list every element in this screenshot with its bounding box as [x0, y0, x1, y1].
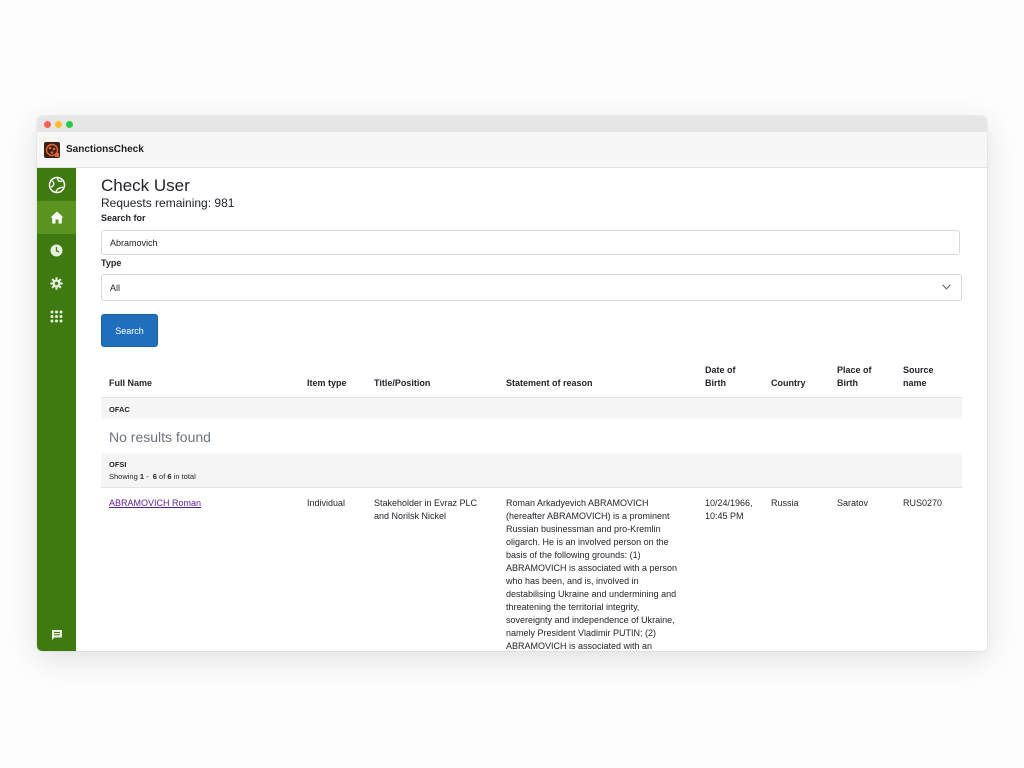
group-header-ofac: OFAC	[101, 398, 962, 419]
maximize-window-button[interactable]	[66, 121, 73, 128]
search-label: Search for	[101, 213, 146, 223]
dob-line2: 10:45 PM	[705, 511, 744, 521]
cell-title-line2: and Norilsk Nickel	[374, 511, 447, 521]
apps-grid-icon	[50, 310, 63, 323]
statement-line: sovereignty and independence of Ukraine,	[506, 615, 675, 625]
type-select[interactable]: All	[101, 274, 962, 301]
group-label-ofsi: OFSI	[109, 460, 127, 469]
gear-icon	[50, 277, 63, 290]
col-item-type[interactable]: Item type	[307, 377, 347, 390]
clock-icon	[50, 244, 63, 257]
statement-line: namely President Vladimir PUTIN; (2)	[506, 628, 657, 638]
search-button[interactable]: Search	[101, 314, 158, 347]
sidebar-item-settings[interactable]	[37, 267, 76, 300]
statement-line: threatening the territorial integrity,	[506, 602, 640, 612]
group-header-ofsi: OFSI Showing 1 - 6 of 6 in total	[101, 453, 962, 488]
pagination-summary: Showing 1 - 6 of 6 in total	[109, 472, 196, 481]
col-source-name-line2: name	[903, 378, 927, 388]
col-source-name-line1: Source	[903, 365, 934, 375]
cell-item-type: Individual	[307, 498, 346, 508]
col-place-of-birth-line1: Place of	[837, 365, 872, 375]
showing-prefix: Showing	[109, 472, 140, 481]
cell-statement: Roman Arkadyevich ABRAMOVICH (hereafter …	[506, 497, 677, 651]
main-content: Check User Requests remaining: 981 Searc…	[76, 168, 987, 651]
statement-line: ABRAMOVICH is associated with a person	[506, 563, 678, 573]
statement-line: Russian businessman and pro-Kremlin	[506, 524, 661, 534]
group-label-ofac: OFAC	[109, 405, 130, 414]
cell-title-line1: Stakeholder in Evraz PLC	[374, 498, 478, 508]
col-full-name[interactable]: Full Name	[109, 377, 152, 390]
app-window: SanctionsCheck Check User Requests remai…	[37, 116, 987, 651]
cell-source-name: RUS0270	[903, 498, 943, 508]
sidebar-item-history[interactable]	[37, 234, 76, 267]
chat-icon	[51, 629, 62, 640]
showing-of: of	[156, 472, 168, 481]
statement-line: oligarch. He is an involved person on th…	[506, 537, 669, 547]
statement-line: (hereafter ABRAMOVICH) is a prominent	[506, 511, 670, 521]
home-icon	[50, 211, 63, 224]
sidebar-logo[interactable]	[37, 168, 76, 201]
statement-line: who has been, and is, involved in	[506, 576, 639, 586]
app-name: SanctionsCheck	[66, 144, 144, 155]
sidebar-item-apps[interactable]	[37, 300, 76, 333]
col-statement[interactable]: Statement of reason	[506, 377, 593, 390]
sidebar	[37, 168, 76, 651]
close-window-button[interactable]	[44, 121, 51, 128]
statement-line: destabilising Ukraine and undermining an…	[506, 589, 677, 599]
cell-place-of-birth: Saratov	[837, 498, 869, 508]
cell-country: Russia	[771, 498, 799, 508]
col-date-of-birth-line1: Date of	[705, 365, 736, 375]
search-input[interactable]	[101, 230, 960, 255]
col-date-of-birth-line2: Birth	[705, 378, 726, 388]
table-row: ABRAMOVICH Roman Individual Stakeholder …	[101, 488, 962, 651]
col-source-name[interactable]: Source name	[903, 364, 934, 390]
page-title: Check User	[101, 176, 190, 195]
statement-line: ABRAMOVICH is associated with an	[506, 641, 653, 651]
cell-date-of-birth: 10/24/1966, 10:45 PM	[705, 497, 753, 523]
person-link[interactable]: ABRAMOVICH Roman	[109, 498, 201, 508]
type-label: Type	[101, 258, 122, 268]
requests-remaining: Requests remaining: 981	[101, 196, 235, 210]
app-logo-icon	[44, 141, 60, 158]
col-title-position[interactable]: Title/Position	[374, 377, 430, 390]
chevron-down-icon	[942, 284, 951, 290]
dob-line1: 10/24/1966,	[705, 498, 753, 508]
col-country[interactable]: Country	[771, 377, 806, 390]
sidebar-item-feedback[interactable]	[37, 618, 76, 651]
col-place-of-birth[interactable]: Place of Birth	[837, 364, 872, 390]
ofac-empty-row: No results found	[101, 419, 962, 453]
minimize-window-button[interactable]	[55, 121, 62, 128]
no-results-text: No results found	[109, 429, 211, 445]
showing-mid: -	[144, 472, 153, 481]
col-place-of-birth-line2: Birth	[837, 378, 858, 388]
type-select-value: All	[110, 282, 121, 293]
table-header: Full Name Item type Title/Position State…	[101, 364, 962, 398]
app-header: SanctionsCheck	[37, 132, 987, 168]
window-titlebar	[37, 116, 987, 132]
cell-title-position: Stakeholder in Evraz PLC and Norilsk Nic…	[374, 497, 477, 523]
showing-suffix: in total	[171, 472, 196, 481]
statement-line: Roman Arkadyevich ABRAMOVICH	[506, 498, 649, 508]
results-table: Full Name Item type Title/Position State…	[101, 364, 962, 651]
col-date-of-birth[interactable]: Date of Birth	[705, 364, 736, 390]
logo-globe-icon	[48, 176, 65, 193]
statement-line: basis of the following grounds: (1)	[506, 550, 641, 560]
sidebar-item-home[interactable]	[37, 201, 76, 234]
